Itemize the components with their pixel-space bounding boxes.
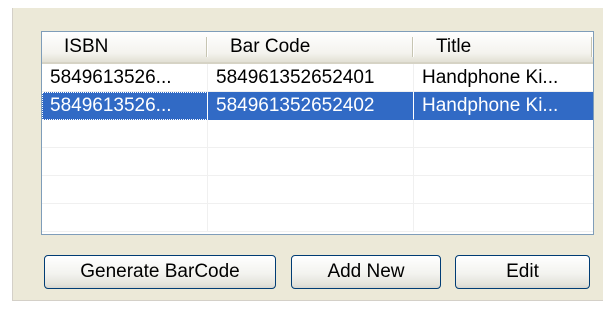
edit-label: Edit — [506, 261, 539, 282]
table-row[interactable]: 5849613526... 584961352652401 Handphone … — [42, 64, 593, 92]
empty-row — [42, 176, 593, 204]
empty-row — [42, 148, 593, 176]
edit-button[interactable]: Edit — [455, 255, 590, 289]
cell-isbn: 5849613526... — [42, 92, 208, 120]
empty-cell — [414, 176, 593, 204]
empty-row — [42, 120, 593, 148]
book-list-view[interactable]: ISBN Bar Code Title 5849613526... 584961… — [41, 31, 594, 235]
column-header-barcode[interactable]: Bar Code — [208, 32, 414, 62]
table-row-selected[interactable]: 5849613526... 584961352652402 Handphone … — [42, 92, 593, 120]
list-rows: 5849613526... 584961352652401 Handphone … — [42, 64, 593, 232]
add-new-button[interactable]: Add New — [291, 255, 441, 289]
cell-barcode: 584961352652402 — [208, 92, 414, 120]
cell-barcode: 584961352652401 — [208, 64, 414, 92]
add-new-label: Add New — [327, 261, 405, 282]
column-divider[interactable] — [591, 37, 593, 57]
generate-barcode-label: Generate BarCode — [80, 261, 240, 282]
empty-cell — [414, 204, 593, 232]
empty-cell — [208, 148, 414, 176]
empty-cell — [42, 148, 208, 176]
empty-cell — [42, 176, 208, 204]
empty-cell — [208, 176, 414, 204]
window-frame: ISBN Bar Code Title 5849613526... 584961… — [0, 0, 613, 311]
empty-row — [42, 204, 593, 232]
cell-title: Handphone Ki... — [414, 92, 593, 120]
empty-cell — [42, 120, 208, 148]
cell-isbn: 5849613526... — [42, 64, 208, 92]
empty-cell — [208, 120, 414, 148]
cell-title: Handphone Ki... — [414, 64, 593, 92]
generate-barcode-button[interactable]: Generate BarCode — [44, 255, 276, 289]
empty-cell — [208, 204, 414, 232]
empty-cell — [414, 148, 593, 176]
column-header-isbn[interactable]: ISBN — [42, 32, 208, 62]
column-header-title[interactable]: Title — [414, 32, 593, 62]
list-header: ISBN Bar Code Title — [42, 32, 593, 64]
empty-cell — [42, 204, 208, 232]
empty-cell — [414, 120, 593, 148]
